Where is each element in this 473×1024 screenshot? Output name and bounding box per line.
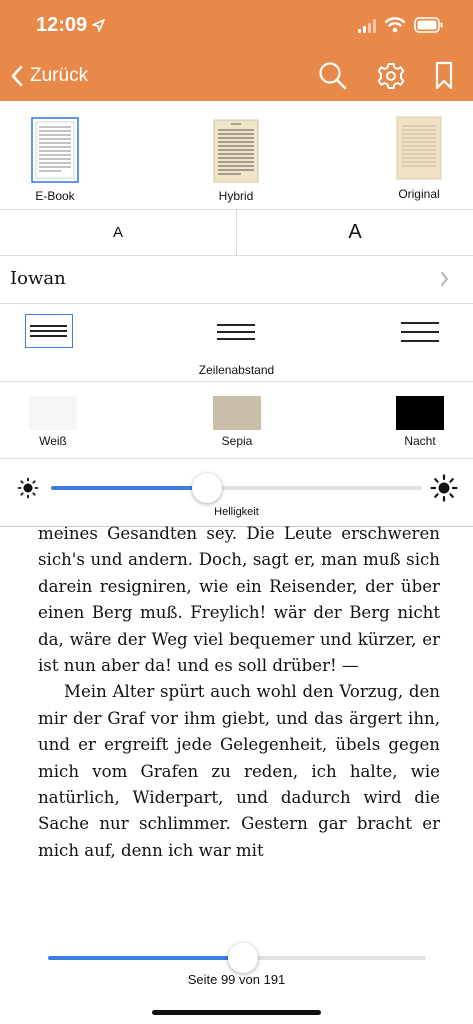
chevron-left-icon (11, 65, 23, 87)
line-spacing-wide-icon (401, 322, 439, 342)
mode-label: Hybrid (218, 189, 254, 203)
page-slider-fill (48, 956, 243, 960)
hybrid-thumbnail-icon (213, 119, 259, 183)
theme-white-swatch (29, 396, 77, 430)
font-family-value: Iowan (10, 268, 66, 289)
font-smaller-button[interactable]: A (0, 210, 236, 255)
home-indicator (152, 1010, 321, 1015)
line-spacing-medium-option[interactable] (216, 318, 256, 348)
mode-label: Original (398, 187, 440, 201)
theme-label: Nacht (404, 434, 436, 448)
battery-icon (414, 17, 443, 33)
back-button[interactable]: Zurück (10, 60, 88, 92)
theme-white-option[interactable]: Weiß (3, 382, 103, 459)
reading-paragraph: meines Gesandten sey. Die Leute erschwer… (38, 524, 440, 676)
brightness-row: Helligkeit (0, 459, 473, 527)
line-spacing-row: Zeilenabstand (0, 304, 473, 382)
font-size-row: A A (0, 210, 473, 256)
brightness-high-icon (430, 474, 458, 502)
line-spacing-wide-option[interactable] (400, 318, 440, 348)
location-arrow-icon (92, 19, 105, 32)
page-indicator-label: Seite 99 von 191 (187, 972, 286, 987)
theme-night-swatch (396, 396, 444, 430)
page-slider-knob[interactable] (227, 943, 258, 973)
color-theme-row: Weiß Sepia Nacht (0, 382, 473, 459)
font-larger-button[interactable]: A (237, 210, 473, 255)
theme-sepia-option[interactable]: Sepia (187, 382, 287, 459)
font-family-row[interactable]: Iowan (0, 256, 473, 304)
brightness-slider-fill (51, 486, 207, 490)
signal-icon (358, 19, 376, 33)
brightness-label: Helligkeit (214, 506, 259, 518)
brightness-low-icon (17, 477, 39, 499)
mode-label: E-Book (35, 189, 75, 203)
font-smaller-label: A (112, 224, 123, 241)
reading-paragraph: Mein Alter spürt auch wohl den Vorzug, d… (38, 682, 440, 860)
chevron-right-icon (441, 272, 448, 286)
original-thumbnail-icon (396, 116, 442, 180)
header-bar: 12:09 Zurück (0, 0, 473, 101)
bookmark-icon[interactable] (434, 60, 454, 92)
line-spacing-tight-icon (30, 325, 67, 337)
mode-hybrid[interactable]: Hybrid (181, 101, 291, 210)
theme-sepia-swatch (213, 396, 261, 430)
brightness-slider[interactable] (51, 486, 422, 490)
status-time: 12:09 (36, 14, 88, 36)
ebook-thumbnail-icon (31, 117, 79, 183)
mode-original[interactable]: Original (364, 101, 473, 210)
theme-night-option[interactable]: Nacht (370, 382, 470, 459)
line-spacing-medium-icon (217, 324, 255, 340)
gear-icon[interactable] (376, 60, 406, 92)
view-mode-row: E-Book Hybrid Original (0, 101, 473, 210)
mode-ebook[interactable]: E-Book (0, 101, 110, 210)
search-icon[interactable] (318, 60, 348, 92)
theme-label: Weiß (39, 434, 67, 448)
line-spacing-title: Zeilenabstand (198, 363, 275, 377)
theme-label: Sepia (221, 434, 253, 448)
wifi-icon (385, 17, 405, 33)
back-label: Zurück (30, 65, 89, 86)
brightness-slider-knob[interactable] (191, 473, 222, 503)
font-larger-label: A (348, 221, 362, 243)
reading-content: meines Gesandten sey. Die Leute erschwer… (38, 521, 440, 864)
line-spacing-tight-option[interactable] (25, 314, 73, 348)
